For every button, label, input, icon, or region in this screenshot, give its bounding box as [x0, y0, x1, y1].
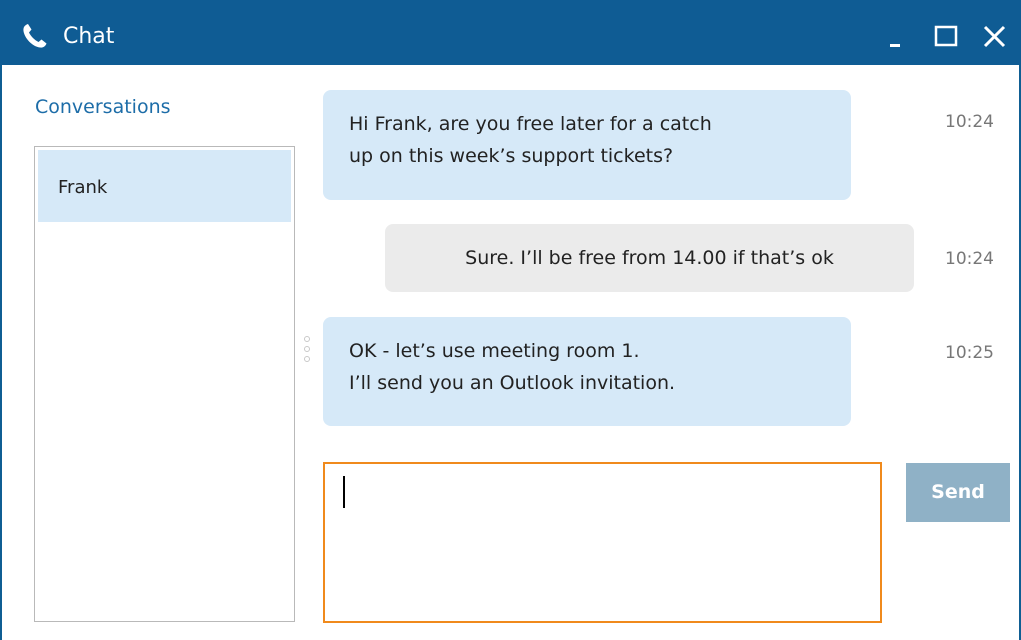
drag-handle-icon[interactable] [304, 336, 312, 376]
conversation-item-label: Frank [58, 177, 108, 198]
window-title: Chat [63, 24, 115, 49]
message-line: Sure. I’ll be free from 14.00 if that’s … [465, 247, 834, 269]
message-timestamp: 10:24 [945, 249, 994, 269]
conversation-item-frank[interactable]: Frank [38, 150, 291, 222]
conversations-heading: Conversations [35, 96, 171, 118]
message-bubble: Hi Frank, are you free later for a catch… [323, 90, 851, 200]
chat-window: Chat Conversations Frank Hi Frank, are y… [0, 0, 1021, 640]
conversation-list[interactable]: Frank [34, 146, 295, 622]
close-icon [983, 25, 1006, 48]
send-button[interactable]: Send [906, 463, 1010, 522]
close-button[interactable] [980, 22, 1010, 52]
message-line: I’ll send you an Outlook invitation. [349, 372, 676, 394]
maximize-icon [934, 25, 958, 47]
message-line: up on this week’s support tickets? [349, 145, 674, 167]
message-bubble: OK - let’s use meeting room 1. I’ll send… [323, 317, 851, 426]
message-timestamp: 10:24 [945, 112, 994, 132]
title-bar[interactable]: Chat [0, 0, 1021, 65]
message-bubble: Sure. I’ll be free from 14.00 if that’s … [385, 224, 914, 292]
message-timestamp: 10:25 [945, 343, 994, 363]
minimize-button[interactable] [886, 22, 916, 52]
message-input[interactable] [323, 462, 882, 623]
maximize-button[interactable] [932, 22, 962, 52]
minimize-icon [890, 44, 900, 47]
phone-icon [23, 24, 47, 48]
message-line: Hi Frank, are you free later for a catch [349, 113, 712, 135]
message-line: OK - let’s use meeting room 1. [349, 340, 640, 362]
text-caret [343, 476, 345, 508]
